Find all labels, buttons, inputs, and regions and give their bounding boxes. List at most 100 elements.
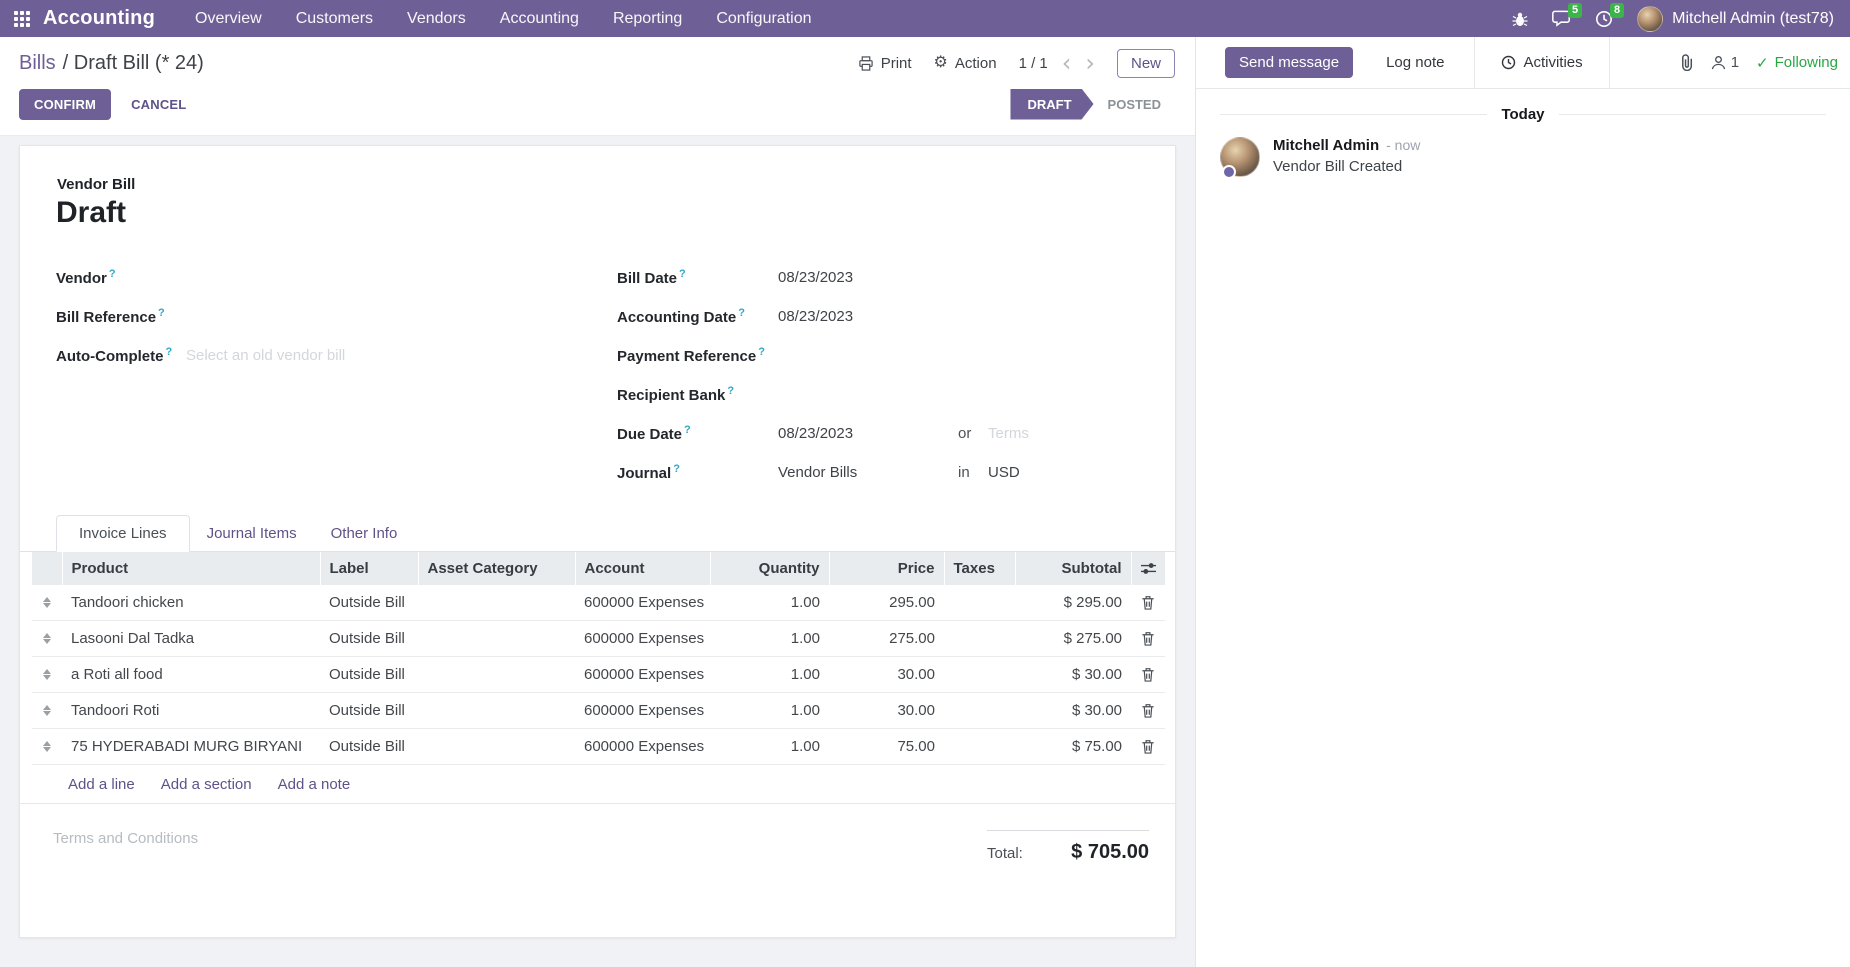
top-menu-item[interactable]: Reporting <box>613 10 682 28</box>
invoice-line-row[interactable]: a Roti all food Outside Bill 600000 Expe… <box>32 657 1165 693</box>
add-link[interactable]: Add a section <box>161 776 252 793</box>
header-asset-category[interactable]: Asset Category <box>418 552 575 585</box>
cell-asset-category[interactable] <box>418 585 575 621</box>
confirm-button[interactable]: CONFIRM <box>19 89 111 120</box>
new-button[interactable]: New <box>1117 49 1175 78</box>
cell-asset-category[interactable] <box>418 621 575 657</box>
header-label[interactable]: Label <box>320 552 418 585</box>
bill-date-input[interactable]: 08/23/2023 <box>778 269 958 286</box>
header-product[interactable]: Product <box>62 552 320 585</box>
cell-product[interactable]: Tandoori chicken <box>62 585 320 621</box>
cell-quantity[interactable]: 1.00 <box>710 693 829 729</box>
header-price[interactable]: Price <box>829 552 944 585</box>
drag-handle-icon[interactable] <box>32 585 62 621</box>
delete-line-icon[interactable] <box>1140 631 1156 646</box>
terms-and-conditions-input[interactable]: Terms and Conditions <box>53 830 198 847</box>
drag-handle-icon[interactable] <box>32 621 62 657</box>
top-menu-item[interactable]: Vendors <box>407 10 466 28</box>
cell-quantity[interactable]: 1.00 <box>710 657 829 693</box>
top-menu-item[interactable]: Customers <box>296 10 373 28</box>
pager-prev-icon[interactable]: ‹ <box>1062 51 1072 75</box>
cancel-button[interactable]: CANCEL <box>125 96 192 113</box>
cell-account[interactable]: 600000 Expenses <box>575 621 710 657</box>
field-bill-reference[interactable]: Bill Reference? <box>56 297 526 336</box>
status-step[interactable]: POSTED <box>1094 89 1175 120</box>
header-account[interactable]: Account <box>575 552 710 585</box>
notebook-tab[interactable]: Other Info <box>314 516 415 551</box>
cell-price[interactable]: 30.00 <box>829 693 944 729</box>
invoice-line-row[interactable]: Tandoori Roti Outside Bill 600000 Expens… <box>32 693 1165 729</box>
following-button[interactable]: ✓ Following <box>1756 54 1838 72</box>
activities-clock-icon[interactable]: 8 <box>1595 10 1613 28</box>
cell-taxes[interactable] <box>944 693 1015 729</box>
cell-taxes[interactable] <box>944 585 1015 621</box>
cell-label[interactable]: Outside Bill <box>320 729 418 765</box>
currency-input[interactable]: USD <box>988 464 1020 481</box>
notebook-tab[interactable]: Invoice Lines <box>56 515 190 552</box>
delete-line-icon[interactable] <box>1140 739 1156 754</box>
user-menu[interactable]: Mitchell Admin (test78) <box>1637 6 1834 32</box>
print-button[interactable]: Print <box>858 55 912 72</box>
top-menu-item[interactable]: Accounting <box>500 10 579 28</box>
cell-price[interactable]: 295.00 <box>829 585 944 621</box>
cell-asset-category[interactable] <box>418 729 575 765</box>
cell-label[interactable]: Outside Bill <box>320 693 418 729</box>
document-title[interactable]: Draft <box>56 196 126 230</box>
field-vendor[interactable]: Vendor? <box>56 258 526 297</box>
add-link[interactable]: Add a line <box>68 776 135 793</box>
cell-product[interactable]: a Roti all food <box>62 657 320 693</box>
cell-taxes[interactable] <box>944 729 1015 765</box>
top-menu-item[interactable]: Configuration <box>716 10 811 28</box>
header-subtotal[interactable]: Subtotal <box>1015 552 1131 585</box>
cell-quantity[interactable]: 1.00 <box>710 729 829 765</box>
cell-asset-category[interactable] <box>418 657 575 693</box>
optional-columns-icon[interactable] <box>1141 561 1157 576</box>
delete-line-icon[interactable] <box>1140 703 1156 718</box>
action-button[interactable]: ⚙ Action <box>934 55 997 72</box>
accounting-date-input[interactable]: 08/23/2023 <box>778 308 958 325</box>
add-link[interactable]: Add a note <box>278 776 351 793</box>
cell-account[interactable]: 600000 Expenses <box>575 657 710 693</box>
invoice-line-row[interactable]: 75 HYDERABADI MURG BIRYANI Outside Bill … <box>32 729 1165 765</box>
status-step[interactable]: DRAFT <box>1010 89 1093 120</box>
cell-account[interactable]: 600000 Expenses <box>575 729 710 765</box>
cell-quantity[interactable]: 1.00 <box>710 621 829 657</box>
breadcrumb-bills-link[interactable]: Bills <box>19 52 56 75</box>
cell-product[interactable]: Lasooni Dal Tadka <box>62 621 320 657</box>
log-note-button[interactable]: Log note <box>1380 37 1450 88</box>
send-message-button[interactable]: Send message <box>1225 47 1353 78</box>
cell-taxes[interactable] <box>944 621 1015 657</box>
cell-label[interactable]: Outside Bill <box>320 657 418 693</box>
cell-account[interactable]: 600000 Expenses <box>575 585 710 621</box>
cell-account[interactable]: 600000 Expenses <box>575 693 710 729</box>
followers-button[interactable]: 1 <box>1711 54 1739 71</box>
activities-button[interactable]: Activities <box>1474 37 1609 88</box>
cell-quantity[interactable]: 1.00 <box>710 585 829 621</box>
cell-asset-category[interactable] <box>418 693 575 729</box>
payment-terms-input[interactable]: Terms <box>988 425 1029 442</box>
header-taxes[interactable]: Taxes <box>944 552 1015 585</box>
messages-icon[interactable]: 5 <box>1552 10 1571 27</box>
field-auto-complete[interactable]: Auto-Complete? Select an old vendor bill <box>56 336 526 375</box>
cell-product[interactable]: 75 HYDERABADI MURG BIRYANI <box>62 729 320 765</box>
attachment-paperclip-icon[interactable] <box>1679 54 1694 71</box>
cell-price[interactable]: 275.00 <box>829 621 944 657</box>
app-title[interactable]: Accounting <box>43 7 155 30</box>
cell-taxes[interactable] <box>944 657 1015 693</box>
debug-bug-icon[interactable] <box>1512 11 1528 27</box>
invoice-line-row[interactable]: Tandoori chicken Outside Bill 600000 Exp… <box>32 585 1165 621</box>
due-date-input[interactable]: 08/23/2023 <box>778 425 958 442</box>
top-menu-item[interactable]: Overview <box>195 10 262 28</box>
cell-price[interactable]: 30.00 <box>829 657 944 693</box>
header-quantity[interactable]: Quantity <box>710 552 829 585</box>
cell-label[interactable]: Outside Bill <box>320 585 418 621</box>
delete-line-icon[interactable] <box>1140 595 1156 610</box>
apps-grid-icon[interactable] <box>14 11 30 27</box>
cell-label[interactable]: Outside Bill <box>320 621 418 657</box>
drag-handle-icon[interactable] <box>32 729 62 765</box>
pager-next-icon[interactable]: › <box>1085 51 1095 75</box>
cell-price[interactable]: 75.00 <box>829 729 944 765</box>
auto-complete-input[interactable]: Select an old vendor bill <box>186 347 345 364</box>
journal-input[interactable]: Vendor Bills <box>778 464 958 481</box>
delete-line-icon[interactable] <box>1140 667 1156 682</box>
